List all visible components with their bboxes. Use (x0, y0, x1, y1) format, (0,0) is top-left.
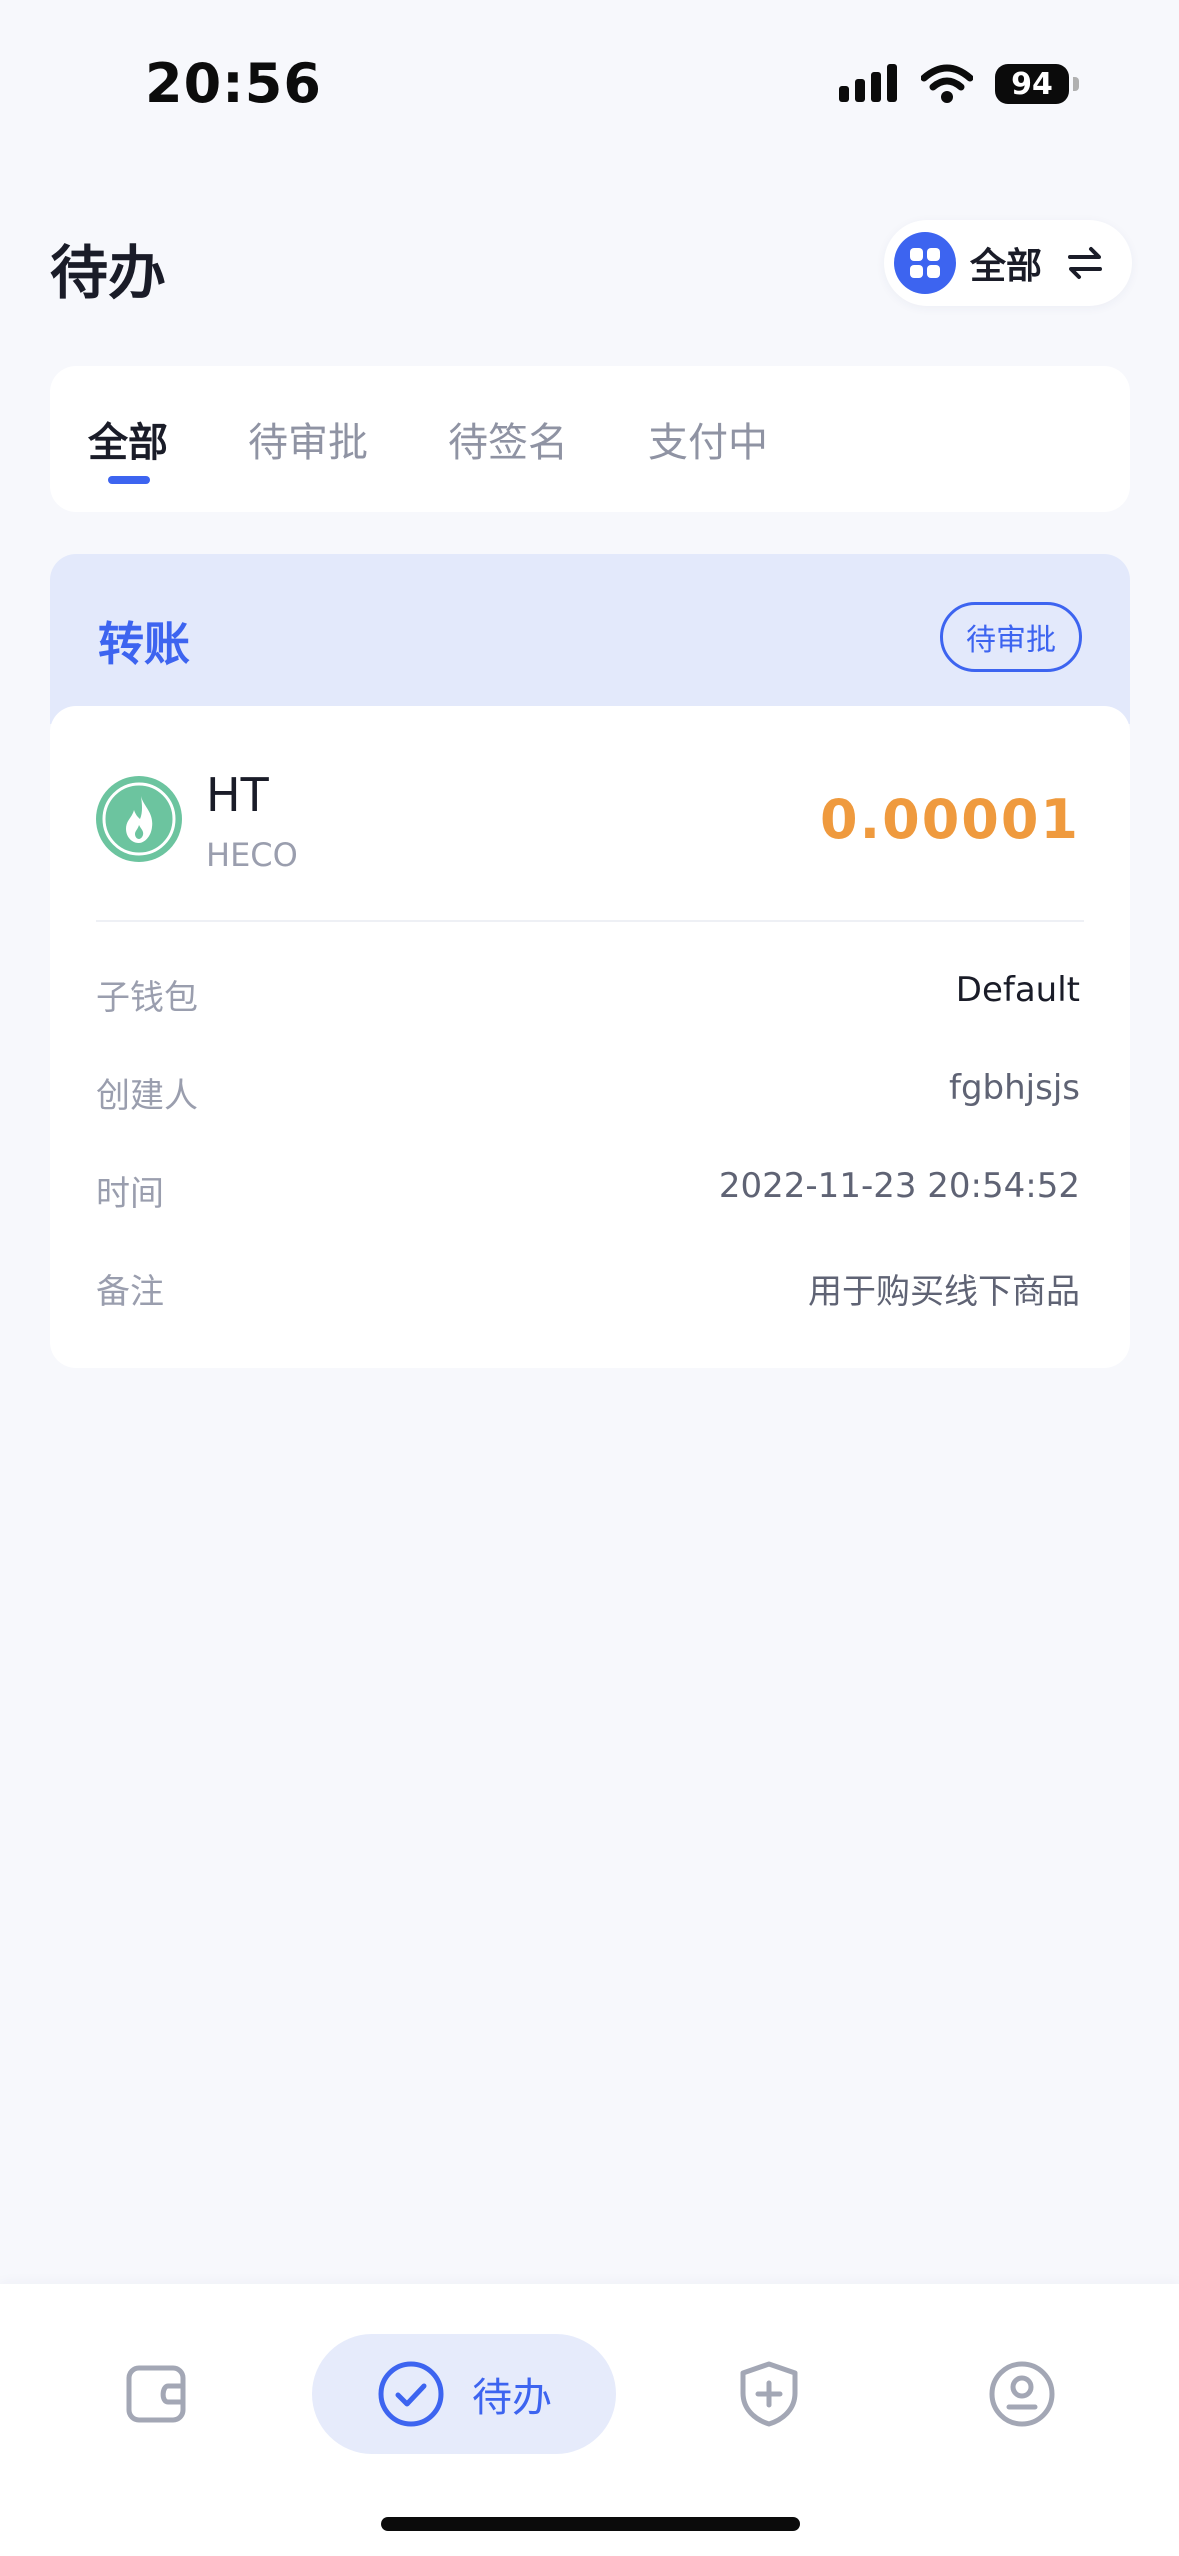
shield-plus-icon (740, 2361, 798, 2427)
cellular-signal-icon (839, 64, 897, 102)
filter-tabs: 全部 待审批 待签名 支付中 (50, 366, 1130, 512)
check-circle-icon (378, 2361, 444, 2427)
profile-icon (989, 2361, 1055, 2427)
ht-token-icon (96, 776, 182, 862)
detail-value-note: 用于购买线下商品 (808, 1272, 1080, 1312)
transaction-type: 转账 (98, 617, 190, 671)
battery-tip (1073, 77, 1079, 91)
token-symbol: HT (206, 768, 269, 822)
battery-level: 94 (995, 64, 1069, 104)
transaction-card-header[interactable]: 转账 待审批 (50, 554, 1130, 724)
tab-pending-signature[interactable]: 待签名 (448, 410, 568, 468)
home-indicator (381, 2517, 800, 2531)
bottom-nav: 待办 (0, 2284, 1179, 2556)
status-icons: 94 (839, 64, 1079, 104)
tab-all[interactable]: 全部 (88, 410, 168, 468)
divider (96, 920, 1084, 922)
token-chain: HECO (206, 836, 298, 874)
detail-value-sub-wallet: Default (955, 970, 1080, 1010)
tab-paying[interactable]: 支付中 (648, 410, 768, 468)
nav-profile[interactable] (966, 2334, 1078, 2454)
detail-value-creator: fgbhjsjs (948, 1068, 1080, 1108)
scope-label: 全部 (970, 246, 1043, 287)
wallet-icon (126, 2365, 186, 2423)
active-tab-indicator (108, 476, 150, 484)
detail-value-time: 2022-11-23 20:54:52 (718, 1166, 1080, 1206)
nav-security[interactable] (713, 2334, 825, 2454)
nav-todo-label: 待办 (472, 2375, 552, 2421)
page-title: 待办 (50, 239, 167, 307)
scope-switch-button[interactable]: 全部 (884, 220, 1132, 306)
nav-wallet[interactable] (100, 2334, 212, 2454)
screen: 20:56 94 待办 全部 全部 待审批 待签名 支付中 转账 待审批 HT … (0, 0, 1179, 2556)
transaction-card[interactable]: HT HECO 0.00001 子钱包 Default 创建人 fgbhjsjs… (50, 706, 1130, 1368)
status-time: 20:56 (145, 52, 322, 115)
battery-indicator: 94 (995, 64, 1079, 104)
status-badge: 待审批 (940, 602, 1082, 672)
nav-todo[interactable]: 待办 (312, 2334, 616, 2454)
detail-label-note: 备注 (96, 1272, 164, 1312)
swap-icon (1068, 247, 1103, 279)
detail-label-creator: 创建人 (96, 1076, 198, 1116)
wifi-icon (921, 64, 973, 103)
detail-label-time: 时间 (96, 1174, 164, 1214)
transaction-amount: 0.00001 (820, 788, 1080, 851)
tab-pending-approval[interactable]: 待审批 (248, 410, 368, 468)
detail-label-sub-wallet: 子钱包 (96, 978, 198, 1018)
grid-icon (894, 232, 956, 294)
